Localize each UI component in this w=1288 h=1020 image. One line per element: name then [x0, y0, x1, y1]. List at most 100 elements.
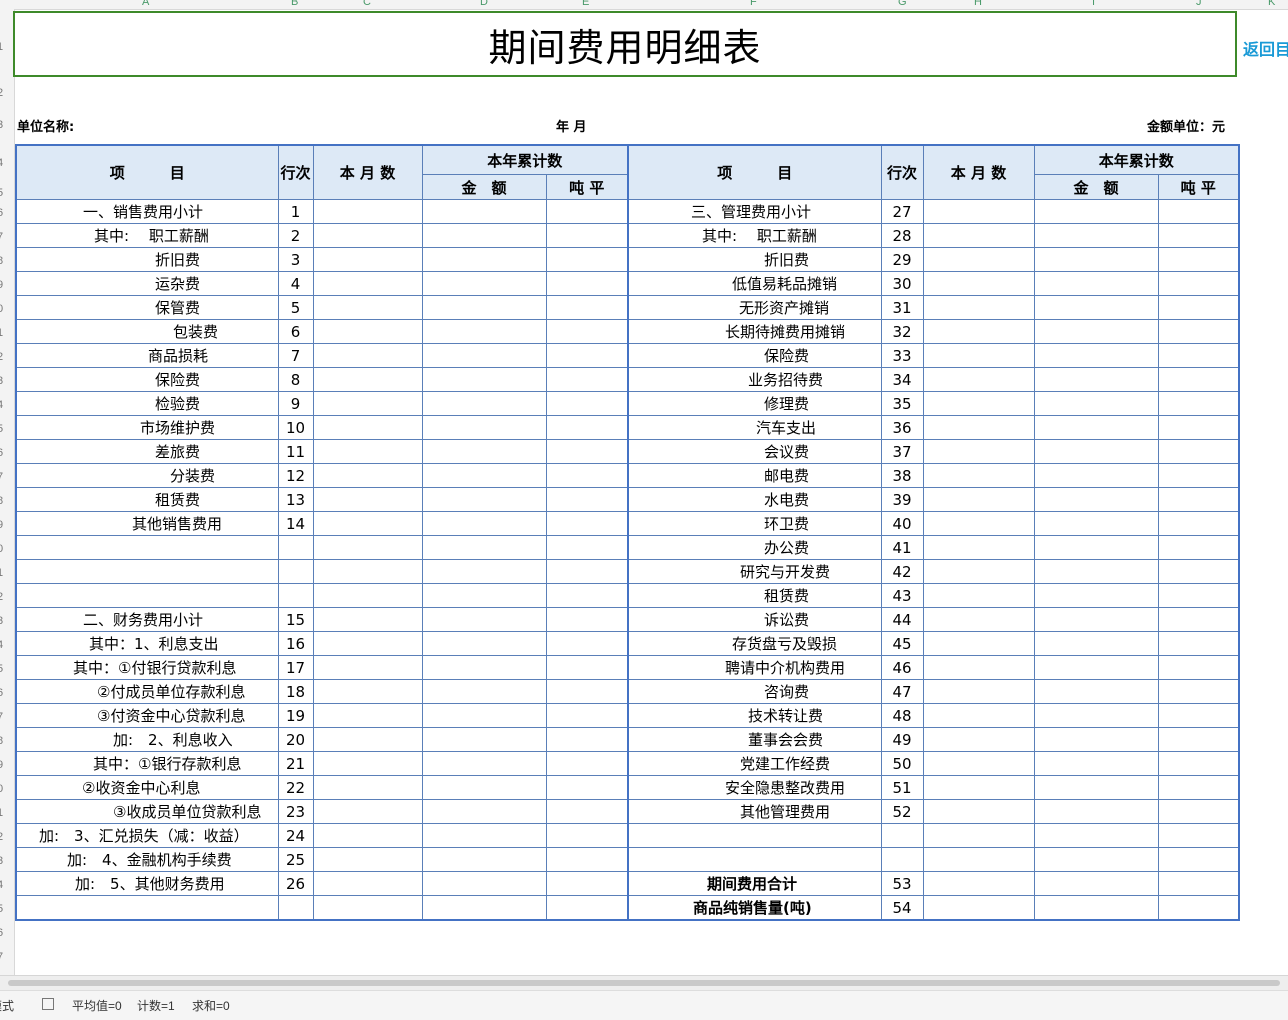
line-no-cell[interactable]: 25 [277, 847, 314, 872]
ytd-amount-cell[interactable] [421, 871, 547, 896]
ytd-per-ton-cell[interactable] [545, 511, 629, 536]
ytd-per-ton-cell[interactable] [545, 247, 629, 272]
line-no-cell[interactable]: 23 [277, 799, 314, 824]
line-no-cell[interactable] [277, 559, 314, 584]
ytd-per-ton-cell[interactable] [1157, 511, 1240, 536]
row-number[interactable]: 6 [0, 687, 3, 699]
column-header-c[interactable]: C [363, 0, 371, 8]
ytd-per-ton-cell[interactable] [545, 487, 629, 512]
line-no-cell[interactable]: 44 [880, 607, 924, 632]
item-cell[interactable]: 保管费 [15, 295, 279, 320]
ytd-per-ton-cell[interactable] [1157, 823, 1240, 848]
line-no-cell[interactable]: 35 [880, 391, 924, 416]
ytd-amount-cell[interactable] [421, 679, 547, 704]
item-cell[interactable]: 折旧费 [15, 247, 279, 272]
line-no-cell[interactable]: 27 [880, 199, 924, 224]
item-cell[interactable]: 加: 5、其他财务费用 [15, 871, 279, 896]
line-no-cell[interactable] [880, 847, 924, 872]
header-month-right[interactable]: 本 月 数 [922, 144, 1035, 200]
header-ytd-left[interactable]: 本年累计数 [421, 144, 629, 175]
item-cell[interactable]: 保险费 [627, 343, 882, 368]
line-no-cell[interactable]: 38 [880, 463, 924, 488]
ytd-per-ton-cell[interactable] [1157, 343, 1240, 368]
item-cell[interactable]: 办公费 [627, 535, 882, 560]
line-no-cell[interactable]: 36 [880, 415, 924, 440]
ytd-per-ton-cell[interactable] [1157, 415, 1240, 440]
line-no-cell[interactable]: 30 [880, 271, 924, 296]
item-cell[interactable]: 汽车支出 [627, 415, 882, 440]
ytd-amount-cell[interactable] [1033, 463, 1159, 488]
month-value-cell[interactable] [312, 247, 423, 272]
ytd-per-ton-cell[interactable] [545, 223, 629, 248]
column-header-g[interactable]: G [898, 0, 907, 8]
line-no-cell[interactable]: 18 [277, 679, 314, 704]
item-cell[interactable]: 商品纯销售量(吨) [627, 895, 882, 921]
month-value-cell[interactable] [922, 775, 1035, 800]
ytd-per-ton-cell[interactable] [545, 727, 629, 752]
ytd-per-ton-cell[interactable] [1157, 847, 1240, 872]
month-value-cell[interactable] [922, 871, 1035, 896]
month-value-cell[interactable] [312, 271, 423, 296]
ytd-per-ton-cell[interactable] [545, 367, 629, 392]
item-cell[interactable]: 租赁费 [627, 583, 882, 608]
item-cell[interactable]: 其中：1、利息支出 [15, 631, 279, 656]
header-item-left[interactable]: 项 目 [15, 144, 279, 200]
return-link[interactable]: 返回目 [1243, 36, 1288, 60]
month-value-cell[interactable] [922, 823, 1035, 848]
month-value-cell[interactable] [312, 223, 423, 248]
row-number[interactable]: 3 [0, 375, 3, 387]
line-no-cell[interactable]: 40 [880, 511, 924, 536]
item-cell[interactable]: 三、管理费用小计 [627, 199, 882, 224]
row-number[interactable]: 7 [0, 711, 3, 723]
header-amount-right[interactable]: 金 额 [1033, 174, 1159, 200]
month-value-cell[interactable] [312, 631, 423, 656]
ytd-amount-cell[interactable] [421, 703, 547, 728]
row-number[interactable]: 5 [0, 663, 3, 675]
row-number[interactable]: 4 [0, 157, 3, 169]
line-no-cell[interactable]: 1 [277, 199, 314, 224]
ytd-amount-cell[interactable] [421, 559, 547, 584]
line-no-cell[interactable]: 51 [880, 775, 924, 800]
line-no-cell[interactable]: 21 [277, 751, 314, 776]
ytd-per-ton-cell[interactable] [1157, 775, 1240, 800]
item-cell[interactable]: 会议费 [627, 439, 882, 464]
month-value-cell[interactable] [922, 367, 1035, 392]
ytd-amount-cell[interactable] [1033, 847, 1159, 872]
ytd-amount-cell[interactable] [1033, 703, 1159, 728]
item-cell[interactable]: 市场维护费 [15, 415, 279, 440]
column-header-j[interactable]: J [1196, 0, 1202, 8]
ytd-amount-cell[interactable] [1033, 343, 1159, 368]
month-value-cell[interactable] [922, 583, 1035, 608]
ytd-per-ton-cell[interactable] [1157, 391, 1240, 416]
month-value-cell[interactable] [312, 607, 423, 632]
month-value-cell[interactable] [922, 703, 1035, 728]
item-cell[interactable]: 加: 2、利息收入 [15, 727, 279, 752]
row-number[interactable]: 9 [0, 759, 3, 771]
line-no-cell[interactable]: 11 [277, 439, 314, 464]
month-value-cell[interactable] [312, 847, 423, 872]
ytd-per-ton-cell[interactable] [1157, 655, 1240, 680]
ytd-amount-cell[interactable] [1033, 583, 1159, 608]
row-number[interactable]: 3 [0, 615, 3, 627]
ytd-per-ton-cell[interactable] [1157, 463, 1240, 488]
ytd-per-ton-cell[interactable] [1157, 319, 1240, 344]
ytd-per-ton-cell[interactable] [1157, 295, 1240, 320]
item-cell[interactable]: 租赁费 [15, 487, 279, 512]
month-value-cell[interactable] [312, 319, 423, 344]
ytd-per-ton-cell[interactable] [545, 751, 629, 776]
ytd-amount-cell[interactable] [1033, 223, 1159, 248]
item-cell[interactable] [15, 535, 279, 560]
line-no-cell[interactable]: 29 [880, 247, 924, 272]
ytd-per-ton-cell[interactable] [545, 655, 629, 680]
ytd-amount-cell[interactable] [421, 799, 547, 824]
item-cell[interactable]: 董事会会费 [627, 727, 882, 752]
item-cell[interactable]: 折旧费 [627, 247, 882, 272]
month-value-cell[interactable] [922, 727, 1035, 752]
month-value-cell[interactable] [922, 895, 1035, 921]
ytd-per-ton-cell[interactable] [545, 295, 629, 320]
ytd-per-ton-cell[interactable] [545, 415, 629, 440]
column-header-a[interactable]: A [142, 0, 149, 8]
item-cell[interactable]: 其中: 职工薪酬 [15, 223, 279, 248]
row-number[interactable]: 0 [0, 543, 3, 555]
row-number[interactable]: 0 [0, 783, 3, 795]
